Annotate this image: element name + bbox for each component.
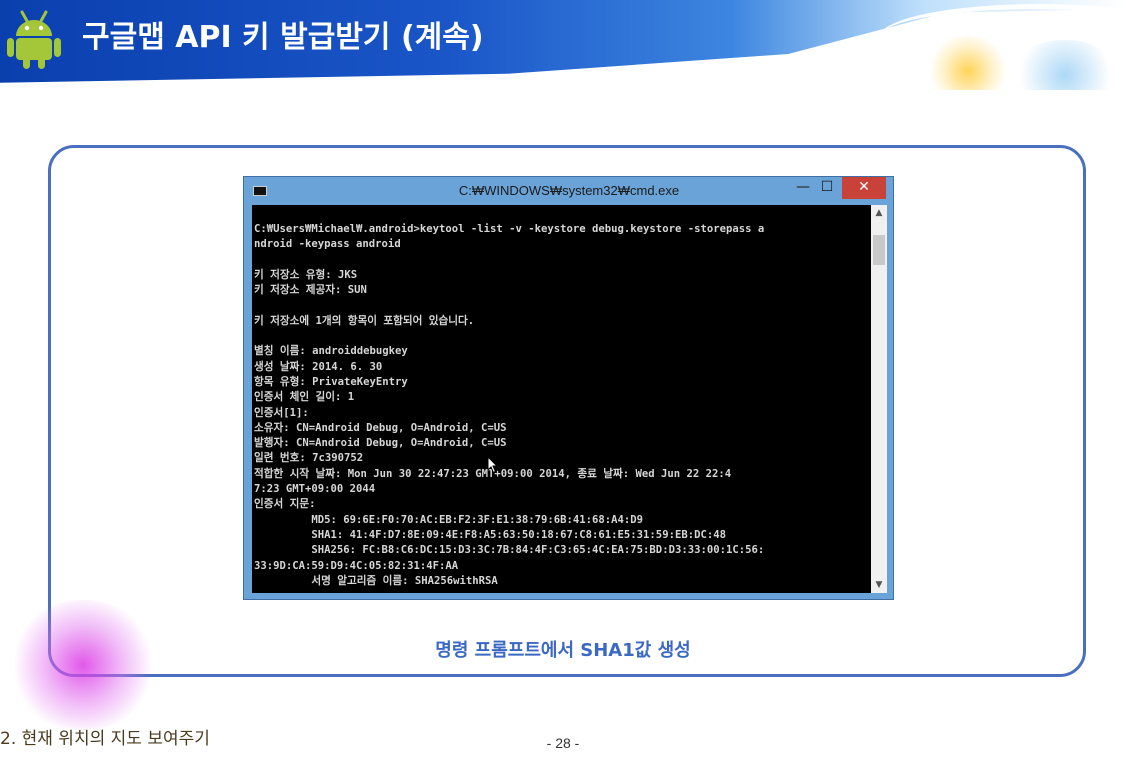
cmd-title: C:₩WINDOWS₩system32₩cmd.exe [458, 183, 680, 198]
console-line: 인증서[1]: [254, 406, 309, 419]
console-line: 발행자: CN=Android Debug, O=Android, C=US [254, 437, 507, 450]
console-line: MD5: 69:6E:F0:70:AC:EB:F2:3F:E1:38:79:6B… [254, 513, 644, 526]
scroll-down-arrow-icon[interactable]: ▼ [871, 577, 887, 593]
console-line: 별칭 이름: androiddebugkey [254, 345, 408, 358]
slide-title: 구글맵 API 키 발급받기 (계속) [82, 20, 484, 55]
scroll-thumb[interactable] [873, 235, 885, 265]
console-line: 33:9D:CA:59:D9:4C:05:82:31:4F:AA [254, 559, 459, 572]
decorative-glow [8, 600, 158, 730]
slide-caption: 명령 프롬프트에서 SHA1값 생성 [435, 640, 691, 661]
mouse-pointer-icon [487, 456, 499, 474]
console-line: 적합한 시작 날짜: Mon Jun 30 22:47:23 GMT+09:00… [254, 467, 732, 480]
console-line: SHA256: FC:B8:C6:DC:15:D3:3C:7B:84:4F:C3… [254, 544, 765, 557]
slide-header: 구글맵 API 키 발급받기 (계속) [0, 0, 1126, 90]
console-line: ndroid -keypass android [254, 238, 401, 251]
console-line: 일련 번호: 7c390752 [254, 452, 364, 465]
console-output[interactable]: C:₩Users₩Michael₩.android>keytool -list … [252, 205, 871, 593]
cmd-window[interactable]: C:₩WINDOWS₩system32₩cmd.exe — ☐ ✕ C:₩Use… [243, 176, 894, 600]
console-line: 소유자: CN=Android Debug, O=Android, C=US [254, 421, 507, 434]
cmd-titlebar[interactable]: C:₩WINDOWS₩system32₩cmd.exe — ☐ ✕ [244, 177, 893, 205]
cmd-system-icon[interactable] [253, 186, 267, 196]
console-line: 인증서 지문: [254, 498, 316, 511]
vertical-scrollbar[interactable]: ▲ ▼ [871, 205, 887, 593]
console-line: 키 저장소 제공자: SUN [254, 284, 367, 297]
console-line: 서명 알고리즘 이름: SHA256withRSA [254, 574, 498, 587]
console-line: 인증서 체인 길이: 1 [254, 391, 355, 404]
page-number: - 28 - [546, 735, 580, 751]
console-line: 7:23 GMT+09:00 2044 [254, 483, 376, 496]
minimize-button[interactable]: — [792, 177, 814, 199]
console-line: SHA1: 41:4F:D7:8E:09:4E:F8:A5:63:50:18:6… [254, 528, 726, 541]
scroll-up-arrow-icon[interactable]: ▲ [871, 205, 887, 221]
console-line: 키 저장소에 1개의 항목이 포함되어 있습니다. [254, 314, 475, 327]
console-line: 키 저장소 유형: JKS [254, 268, 358, 281]
close-button[interactable]: ✕ [842, 177, 886, 199]
console-lines: C:₩Users₩Michael₩.android>keytool -list … [254, 222, 764, 589]
maximize-button[interactable]: ☐ [816, 177, 838, 199]
console-line: C:₩Users₩Michael₩.android>keytool -list … [254, 223, 765, 235]
console-line: 항목 유형: PrivateKeyEntry [254, 375, 408, 388]
console-line: 생성 날짜: 2014. 6. 30 [254, 360, 383, 373]
android-icon [7, 10, 61, 69]
